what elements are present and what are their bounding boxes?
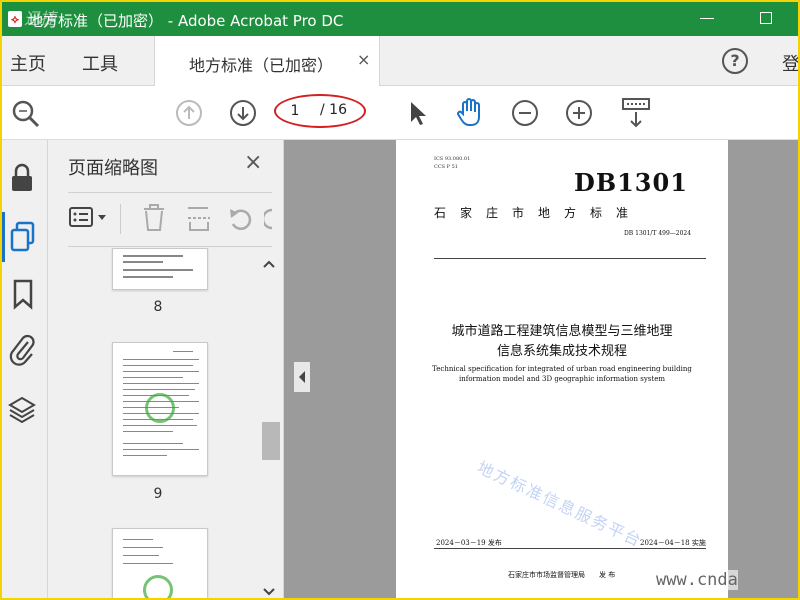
zoom-out-icon[interactable] <box>510 98 540 128</box>
sign-in-link[interactable]: 登 <box>782 50 798 76</box>
menu-tools[interactable]: 工具 <box>82 50 118 76</box>
help-icon[interactable]: ? <box>722 48 748 74</box>
thumbnail-page-number: 8 <box>153 299 163 315</box>
effective-date: 2024－04－18 实施 <box>640 539 706 547</box>
toolbar-divider <box>120 204 121 234</box>
scroll-up-icon[interactable] <box>262 258 276 270</box>
acrobat-window: ⟡ 地方标准（已加密） - Adobe Acrobat Pro DC 迅捷 主页… <box>2 2 798 598</box>
chevron-left-icon <box>299 371 305 383</box>
next-page-icon[interactable] <box>228 98 258 128</box>
ics-code: ICS 93.080.01 <box>434 156 471 162</box>
site-watermark: www.cnda <box>656 570 738 590</box>
red-annotation-circle <box>274 94 366 128</box>
page-thumbnails-icon[interactable] <box>8 220 38 254</box>
extract-page-icon[interactable] <box>184 204 214 234</box>
acrobat-app-icon: ⟡ <box>8 11 22 27</box>
menu-bar: 主页 工具 地方标准（已加密） × ? 登 <box>2 36 798 86</box>
menu-home[interactable]: 主页 <box>10 50 46 76</box>
thumbnail-page-number: 9 <box>153 486 163 502</box>
delete-page-icon[interactable] <box>140 202 168 234</box>
panel-title: 页面缩略图 <box>68 158 158 179</box>
ccs-code: CCS P 51 <box>434 164 458 170</box>
header-rule <box>434 258 706 259</box>
document-tab[interactable]: 地方标准（已加密） × <box>154 36 380 86</box>
thumbnail-options-icon[interactable] <box>68 204 112 232</box>
keyboard-scroll-icon[interactable] <box>620 96 652 130</box>
overlay-watermark: 迅捷 <box>24 9 57 28</box>
issuing-bureau: 石家庄市市场监督管理局 发 布 <box>508 571 616 579</box>
standard-number: DB 1301/T 499—2024 <box>624 230 692 237</box>
scroll-down-icon[interactable] <box>262 586 276 598</box>
hand-tool-icon[interactable] <box>454 96 486 128</box>
document-tab-close-icon[interactable]: × <box>357 50 370 69</box>
previous-page-icon[interactable] <box>174 98 204 128</box>
bookmark-icon[interactable] <box>10 278 36 310</box>
attachment-icon[interactable] <box>8 334 38 366</box>
minimize-button[interactable] <box>700 18 714 19</box>
zoom-search-icon[interactable] <box>10 98 42 130</box>
layers-icon[interactable] <box>7 394 37 424</box>
publish-date: 2024－03－19 发布 <box>436 539 502 547</box>
panel-divider <box>68 192 272 193</box>
active-indicator <box>2 212 5 262</box>
thumbnail-page-8[interactable] <box>112 248 208 290</box>
scrollbar-thumb[interactable] <box>262 422 280 460</box>
title-bar: ⟡ 地方标准（已加密） - Adobe Acrobat Pro DC 迅捷 <box>2 2 798 36</box>
toolbar: 1 / 16 <box>2 86 798 140</box>
rotate-clockwise-icon[interactable] <box>264 206 274 232</box>
select-arrow-icon[interactable] <box>406 98 430 128</box>
left-navigation-rail <box>2 140 48 598</box>
issuing-authority: 石家庄市地方标准 <box>434 206 643 220</box>
panel-close-icon[interactable]: × <box>244 150 262 175</box>
footer-rule <box>434 548 706 549</box>
pdf-page: ICS 93.080.01 CCS P 51 DB1301 石家庄市地方标准 D… <box>396 140 728 598</box>
english-title-line-1: Technical specification for integrated o… <box>432 365 692 373</box>
english-title-line-2: information model and 3D geographic info… <box>459 375 665 383</box>
maximize-button[interactable] <box>760 12 772 24</box>
chinese-title-line-1: 城市道路工程建筑信息模型与三维地理 <box>451 324 673 339</box>
db-code: DB1301 <box>574 168 688 197</box>
thumbnail-page-10[interactable] <box>112 528 208 598</box>
document-gutter <box>728 140 798 598</box>
lock-icon[interactable] <box>8 162 36 194</box>
page-thumbnails-panel: 页面缩略图 × 8 9 <box>48 140 284 598</box>
collapse-panel-handle[interactable] <box>294 362 310 392</box>
chinese-title-line-2: 信息系统集成技术规程 <box>496 344 627 359</box>
thumbnail-page-9[interactable] <box>112 342 208 476</box>
rotate-counterclockwise-icon[interactable] <box>226 204 256 234</box>
panel-divider <box>68 246 272 247</box>
window-title: 地方标准（已加密） - Adobe Acrobat Pro DC <box>28 12 344 30</box>
zoom-in-icon[interactable] <box>564 98 594 128</box>
document-tab-label: 地方标准（已加密） <box>189 56 334 75</box>
